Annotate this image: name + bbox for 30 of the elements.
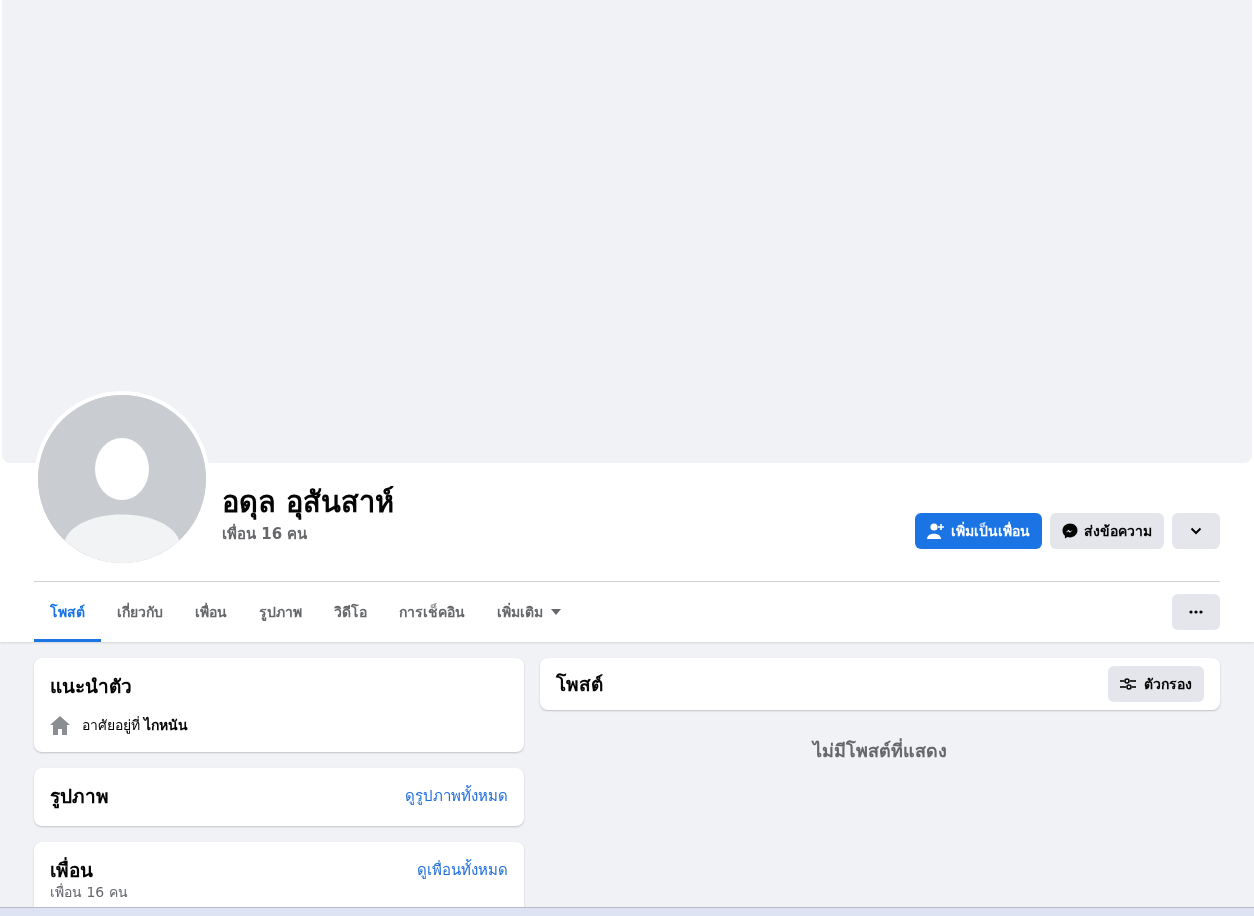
profile-tab[interactable]: เพื่อน bbox=[179, 582, 243, 642]
home-icon bbox=[50, 715, 70, 735]
friend-count[interactable]: เพื่อน 16 คน bbox=[222, 521, 915, 546]
add-friend-button[interactable]: เพิ่มเป็นเพื่อน bbox=[915, 513, 1042, 549]
profile-tab[interactable]: โพสต์ bbox=[34, 582, 101, 642]
profile-tab[interactable]: เกี่ยวกับ bbox=[101, 582, 179, 642]
friend-count: เพื่อน 16 คน bbox=[50, 884, 129, 900]
more-tab[interactable]: เพิ่มเติม bbox=[481, 582, 577, 642]
filter-icon bbox=[1120, 678, 1136, 690]
messenger-icon bbox=[1062, 523, 1078, 539]
filter-button[interactable]: ตัวกรอง bbox=[1108, 666, 1204, 702]
see-all-friends-link[interactable]: ดูเพื่อนทั้งหมด bbox=[417, 858, 508, 882]
caret-icon bbox=[551, 609, 561, 615]
profile-name: อดุล อุสันสาห์ bbox=[222, 485, 396, 520]
intro-detail: อาศัยอยู่ที่ ไกหนัน bbox=[82, 715, 189, 736]
profile-tab[interactable]: วิดีโอ bbox=[318, 582, 383, 642]
dropdown-button[interactable] bbox=[1172, 513, 1220, 549]
more-options-button[interactable] bbox=[1172, 594, 1220, 630]
chevron-down-icon bbox=[1190, 527, 1202, 535]
empty-message: ไม่มีโพสต์ที่แสดง bbox=[810, 737, 948, 763]
card-title: เพื่อน bbox=[50, 856, 93, 883]
profile-tab[interactable]: การเช็คอิน bbox=[383, 582, 481, 642]
card-title: แนะนำตัว bbox=[50, 674, 133, 699]
more-icon bbox=[1189, 610, 1203, 614]
message-button[interactable]: ส่งข้อความ bbox=[1050, 513, 1164, 549]
see-all-photos-link[interactable]: ดูรูปภาพทั้งหมด bbox=[405, 784, 508, 808]
card-title: โพสต์ bbox=[556, 672, 603, 697]
profile-tab[interactable]: รูปภาพ bbox=[243, 582, 318, 642]
card-title: รูปภาพ bbox=[50, 784, 109, 810]
add-friend-icon bbox=[927, 523, 945, 539]
